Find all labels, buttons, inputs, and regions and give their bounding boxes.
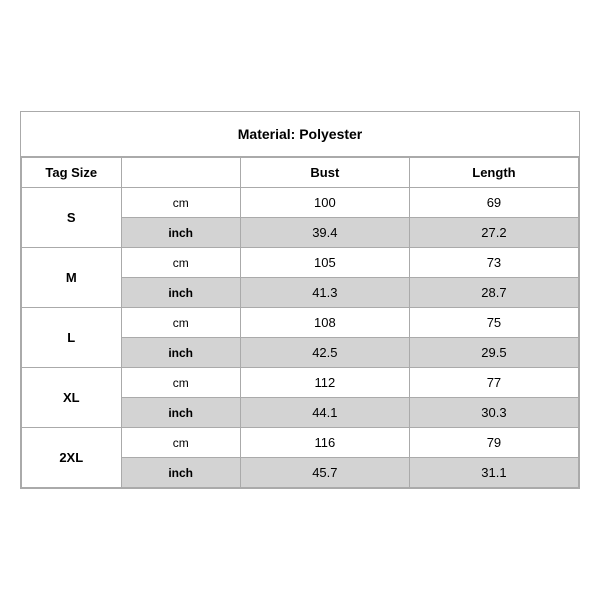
length-cm-cell: 75 [409, 308, 578, 338]
length-inch-cell: 28.7 [409, 278, 578, 308]
bust-inch-cell: 41.3 [240, 278, 409, 308]
table-row: Lcm10875 [22, 308, 579, 338]
table-row: Scm10069 [22, 188, 579, 218]
tag-size-cell: L [22, 308, 122, 368]
chart-title: Material: Polyester [21, 112, 579, 157]
length-inch-cell: 31.1 [409, 458, 578, 488]
unit-cell-cm: cm [121, 368, 240, 398]
unit-header [121, 158, 240, 188]
length-cm-cell: 73 [409, 248, 578, 278]
bust-cm-cell: 100 [240, 188, 409, 218]
length-cm-cell: 77 [409, 368, 578, 398]
bust-inch-cell: 44.1 [240, 398, 409, 428]
length-inch-cell: 30.3 [409, 398, 578, 428]
bust-header: Bust [240, 158, 409, 188]
bust-inch-cell: 45.7 [240, 458, 409, 488]
table-row: XLcm11277 [22, 368, 579, 398]
tag-size-header: Tag Size [22, 158, 122, 188]
length-inch-cell: 27.2 [409, 218, 578, 248]
bust-cm-cell: 116 [240, 428, 409, 458]
length-cm-cell: 79 [409, 428, 578, 458]
length-header: Length [409, 158, 578, 188]
length-cm-cell: 69 [409, 188, 578, 218]
unit-cell-cm: cm [121, 248, 240, 278]
unit-cell-cm: cm [121, 428, 240, 458]
unit-cell-inch: inch [121, 278, 240, 308]
unit-cell-inch: inch [121, 458, 240, 488]
length-inch-cell: 29.5 [409, 338, 578, 368]
table-row: 2XLcm11679 [22, 428, 579, 458]
tag-size-cell: S [22, 188, 122, 248]
table-row: Mcm10573 [22, 248, 579, 278]
bust-cm-cell: 105 [240, 248, 409, 278]
bust-inch-cell: 39.4 [240, 218, 409, 248]
tag-size-cell: 2XL [22, 428, 122, 488]
size-table: Tag Size Bust Length Scm10069inch39.427.… [21, 157, 579, 488]
unit-cell-cm: cm [121, 308, 240, 338]
unit-cell-inch: inch [121, 218, 240, 248]
bust-cm-cell: 112 [240, 368, 409, 398]
bust-cm-cell: 108 [240, 308, 409, 338]
unit-cell-cm: cm [121, 188, 240, 218]
tag-size-cell: M [22, 248, 122, 308]
bust-inch-cell: 42.5 [240, 338, 409, 368]
unit-cell-inch: inch [121, 398, 240, 428]
tag-size-cell: XL [22, 368, 122, 428]
size-chart-container: Material: Polyester Tag Size Bust Length… [20, 111, 580, 489]
unit-cell-inch: inch [121, 338, 240, 368]
